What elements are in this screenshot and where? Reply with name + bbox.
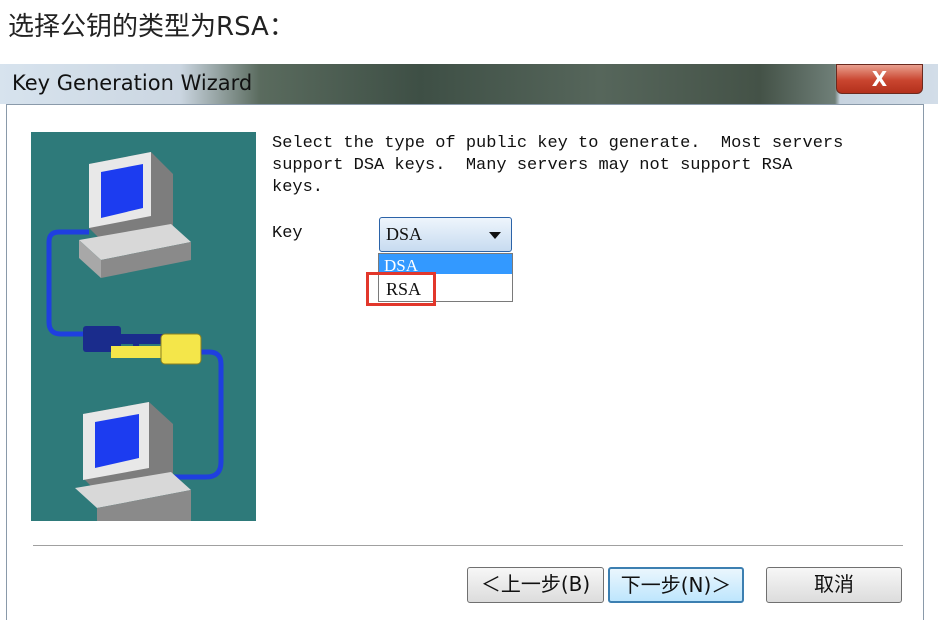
next-button[interactable]: 下一步(N)＞	[608, 567, 744, 603]
close-icon: X	[871, 67, 888, 91]
instruction-caption: 选择公钥的类型为RSA：	[8, 12, 295, 42]
window-title: Key Generation Wizard	[12, 71, 253, 95]
chevron-down-icon[interactable]	[489, 232, 501, 239]
option-dsa[interactable]: DSA	[379, 254, 512, 274]
rsa-highlight-box	[366, 272, 436, 306]
title-bar[interactable]: Key Generation Wizard X	[0, 64, 938, 104]
wizard-illustration	[31, 132, 256, 521]
description-text: Select the type of public key to generat…	[272, 134, 844, 197]
button-separator	[33, 545, 903, 547]
back-button[interactable]: ＜上一步(B)	[467, 567, 604, 603]
key-type-select[interactable]: DSA	[379, 217, 512, 252]
cancel-button[interactable]: 取消	[766, 567, 902, 603]
key-label: Key	[272, 224, 303, 243]
selected-key-type: DSA	[386, 224, 423, 244]
close-button[interactable]: X	[836, 64, 923, 94]
